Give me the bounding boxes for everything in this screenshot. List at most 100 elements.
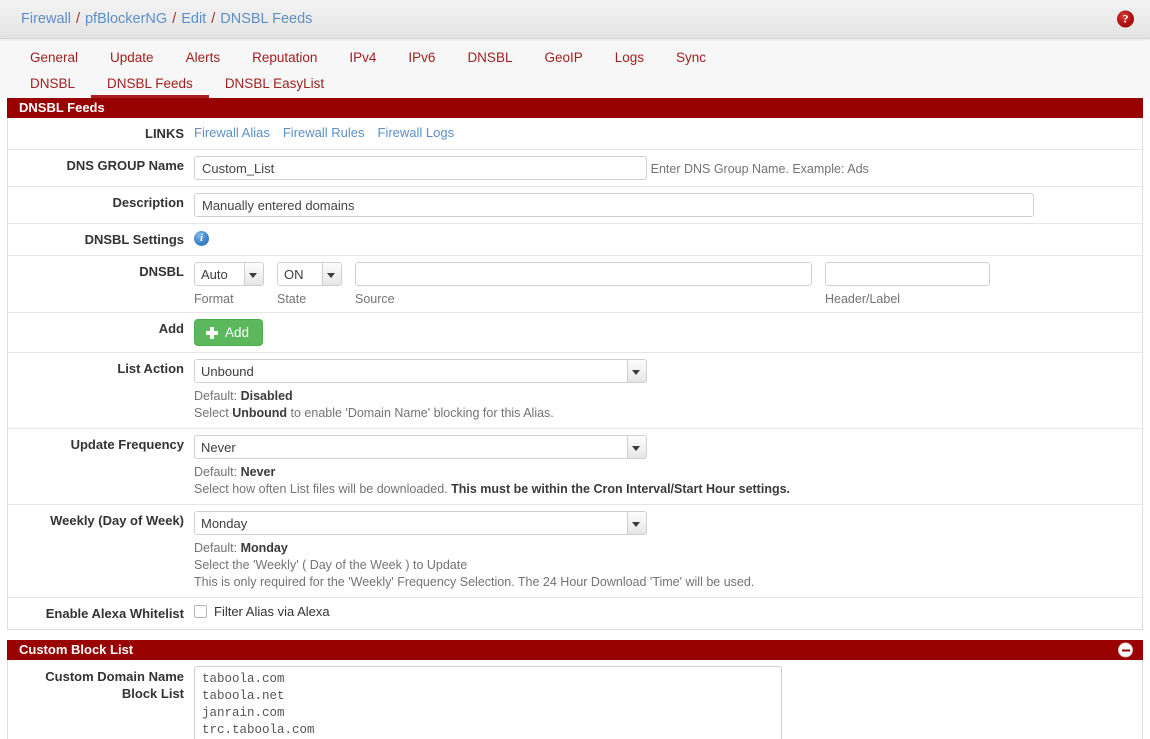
dnsbl-entry-fields: Auto Format ON State Source Header/Label [194,262,1142,306]
list-action-controls: Unbound Default: Disabled Select Unbound… [194,353,1142,428]
add-button-label: Add [225,325,250,340]
panel-title: DNSBL Feeds [19,100,105,115]
tab-geoip[interactable]: GeoIP [528,45,598,72]
custom-domain-block-list-row: Custom Domain Name Block List taboola.co… [8,660,1142,739]
list-action-select-wrap[interactable]: Unbound [194,359,647,383]
breadcrumb-separator: / [172,11,177,27]
custom-domain-label-line2: Block List [121,686,184,701]
update-frequency-row: Update Frequency Never Default: Never Se… [8,429,1142,505]
breadcrumb-item-firewall[interactable]: Firewall [21,11,71,27]
tab-reputation[interactable]: Reputation [236,45,333,72]
help-icon[interactable]: ? [1117,10,1134,28]
add-button[interactable]: Add [194,319,264,346]
alexa-filter-checkbox-label[interactable]: Filter Alias via Alexa [214,604,330,619]
dns-group-name-controls: Enter DNS Group Name. Example: Ads [194,150,1142,186]
link-firewall-alias[interactable]: Firewall Alias [194,125,270,140]
weekly-day-select-wrap[interactable]: Monday [194,511,647,535]
secondary-tab-row: DNSBL DNSBL Feeds DNSBL EasyList [0,72,1150,98]
alexa-whitelist-controls: Filter Alias via Alexa [194,598,1142,629]
state-select-wrap[interactable]: ON [277,262,342,286]
primary-tab-row: General Update Alerts Reputation IPv4 IP… [0,45,1150,72]
tab-dnsbl-easylist[interactable]: DNSBL EasyList [209,72,340,98]
format-sublabel: Format [194,292,234,306]
update-frequency-controls: Never Default: Never Select how often Li… [194,429,1142,504]
link-firewall-logs[interactable]: Firewall Logs [378,125,455,140]
list-action-help-b: Unbound [232,406,288,420]
custom-domain-label-line1: Custom Domain Name [45,669,184,684]
list-action-help-a: Select [194,406,233,420]
custom-domain-block-list-label: Custom Domain Name Block List [8,660,194,739]
alexa-filter-checkbox[interactable] [194,605,207,618]
alexa-checkbox-row[interactable]: Filter Alias via Alexa [194,604,1142,619]
dnsbl-settings-label: DNSBL Settings [84,232,184,247]
header-label-input[interactable] [825,262,990,286]
update-frequency-label: Update Frequency [70,437,184,452]
update-frequency-select[interactable]: Never [194,435,647,459]
list-action-label: List Action [117,361,184,376]
tab-sync[interactable]: Sync [660,45,722,72]
dns-group-name-help: Enter DNS Group Name. Example: Ads [650,161,869,176]
dnsbl-settings-row: DNSBL Settings i [8,224,1142,256]
list-action-help-line2: Select Unbound to enable 'Domain Name' b… [194,405,1142,422]
breadcrumb-separator: / [75,11,80,27]
description-input[interactable] [194,193,1034,217]
dnsbl-entry-controls: Auto Format ON State Source Header/Label [194,256,1142,312]
tab-dnsbl-sub[interactable]: DNSBL [14,72,91,98]
tab-ipv4[interactable]: IPv4 [333,45,392,72]
links-row: LINKS Firewall Alias Firewall Rules Fire… [8,118,1142,150]
format-select-wrap[interactable]: Auto [194,262,264,286]
update-frequency-help-a: Select how often List files will be down… [194,482,452,496]
tab-update[interactable]: Update [94,45,170,72]
update-frequency-default-value: Never [240,465,276,479]
dnsbl-feeds-panel-body: LINKS Firewall Alias Firewall Rules Fire… [7,118,1143,630]
list-action-default-prefix: Default: [194,389,241,403]
weekly-help-line1: Default: Monday [194,540,1142,557]
tab-logs[interactable]: Logs [599,45,660,72]
tab-dnsbl-feeds[interactable]: DNSBL Feeds [91,72,209,98]
source-sublabel: Source [355,292,395,306]
source-field-col: Source [355,262,812,306]
minus-circle-icon[interactable] [1118,642,1133,658]
update-frequency-help: Default: Never Select how often List fil… [194,464,1142,498]
breadcrumb-item-dnsbl-feeds[interactable]: DNSBL Feeds [220,11,312,27]
breadcrumb-item-pfblockerng[interactable]: pfBlockerNG [85,11,167,27]
tab-alerts[interactable]: Alerts [170,45,237,72]
dnsbl-entry-label: DNSBL [139,264,184,279]
dnsbl-feeds-panel-header: DNSBL Feeds [7,98,1143,118]
weekly-help-line3: This is only required for the 'Weekly' F… [194,575,755,589]
weekly-day-select[interactable]: Monday [194,511,647,535]
info-icon[interactable]: i [194,231,209,247]
weekly-default-value: Monday [240,541,288,555]
link-firewall-rules[interactable]: Firewall Rules [283,125,365,140]
update-frequency-select-wrap[interactable]: Never [194,435,647,459]
custom-block-list-panel-body: Custom Domain Name Block List taboola.co… [7,660,1143,739]
custom-block-list-panel: Custom Block List Custom Domain Name Blo… [7,640,1143,739]
tab-ipv6[interactable]: IPv6 [392,45,451,72]
header-label-sublabel: Header/Label [825,292,901,306]
dnsbl-feeds-panel: DNSBL Feeds LINKS Firewall Alias Firewal… [7,98,1143,630]
update-frequency-help-b: This must be within the Cron Interval/St… [451,482,791,496]
format-select[interactable]: Auto [194,262,264,286]
list-action-help: Default: Disabled Select Unbound to enab… [194,388,1142,422]
update-frequency-default-prefix: Default: [194,465,241,479]
breadcrumb-separator: / [211,11,216,27]
tab-dnsbl[interactable]: DNSBL [451,45,528,72]
list-action-default-value: Disabled [240,389,293,403]
dns-group-name-input[interactable] [194,156,647,180]
weekly-day-label: Weekly (Day of Week) [50,513,184,528]
tab-general[interactable]: General [14,45,94,72]
links-set: Firewall Alias Firewall Rules Firewall L… [194,124,1142,140]
minus-glyph [1121,649,1130,651]
plus-icon [206,326,218,339]
breadcrumb-bar: Firewall / pfBlockerNG / Edit / DNSBL Fe… [0,0,1150,39]
weekly-day-row: Weekly (Day of Week) Monday Default: Mon… [8,505,1142,598]
state-field-col: ON State [277,262,342,306]
dnsbl-entry-row: DNSBL Auto Format ON State Source Header… [8,256,1142,313]
list-action-select[interactable]: Unbound [194,359,647,383]
breadcrumb-item-edit[interactable]: Edit [181,11,206,27]
custom-domain-block-list-controls: taboola.com taboola.net janrain.com trc.… [194,660,1142,739]
list-action-help-c: to enable 'Domain Name' blocking for thi… [287,406,554,420]
source-input[interactable] [355,262,812,286]
state-select[interactable]: ON [277,262,342,286]
custom-domain-block-list-textarea[interactable]: taboola.com taboola.net janrain.com trc.… [194,666,782,739]
